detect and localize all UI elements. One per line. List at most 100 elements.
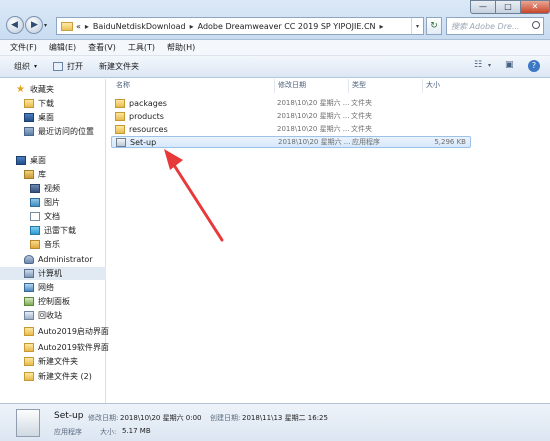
refresh-button[interactable]: ↻ <box>426 17 442 35</box>
column-header-size[interactable]: 大小 <box>426 80 440 92</box>
sidebar-item-administrator[interactable]: Administrator <box>24 253 130 266</box>
back-arrow-icon: ◀ <box>11 20 18 30</box>
sidebar-item-pictures[interactable]: 图片 <box>30 196 136 209</box>
recent-pages-dropdown[interactable]: ▾ <box>44 22 47 29</box>
sidebar-item-library[interactable]: 库 <box>24 168 130 181</box>
download-icon <box>30 226 40 235</box>
breadcrumb-separator: ▸ <box>189 21 194 31</box>
sidebar-item-control-panel[interactable]: 控制面板 <box>24 295 130 308</box>
sidebar-item-label: 控制面板 <box>38 297 70 306</box>
annotation-arrow-icon <box>164 149 224 242</box>
sidebar-item-label: 桌面 <box>38 113 54 122</box>
close-button[interactable]: ✕ <box>520 0 550 14</box>
back-button[interactable]: ◀ <box>6 16 24 34</box>
organize-button[interactable]: 组织 ▾ <box>14 61 37 72</box>
sidebar-item-label: 文档 <box>44 212 60 221</box>
recent-places-icon <box>24 127 34 136</box>
menu-edit[interactable]: 编辑(E) <box>49 42 76 53</box>
file-row-products[interactable]: products 2018\10\20 星期六 ... 文件夹 <box>111 110 471 122</box>
menu-tools[interactable]: 工具(T) <box>128 42 155 53</box>
sidebar-item-xunlei[interactable]: 迅雷下载 <box>30 224 136 237</box>
new-folder-button[interactable]: 新建文件夹 <box>99 61 139 72</box>
minimize-button[interactable]: — <box>470 0 496 14</box>
file-type: 应用程序 <box>352 138 380 146</box>
column-divider[interactable] <box>274 79 275 93</box>
menu-view[interactable]: 查看(V) <box>88 42 116 53</box>
library-icon <box>24 170 34 179</box>
view-options-icon[interactable]: ☷ <box>474 60 482 74</box>
sidebar-item-label: 音乐 <box>44 240 60 249</box>
folder-icon <box>24 343 34 352</box>
file-type: 文件夹 <box>351 112 372 120</box>
file-name: packages <box>129 98 167 108</box>
view-dropdown[interactable]: ▾ <box>488 62 491 76</box>
file-type: 文件夹 <box>351 125 372 133</box>
search-placeholder: 搜索 Adobe Dre... <box>451 22 520 31</box>
video-icon <box>30 184 40 193</box>
details-modified-value: 2018\10\20 星期六 0:00 <box>120 414 202 422</box>
menu-help[interactable]: 帮助(H) <box>167 42 195 53</box>
address-dropdown[interactable]: ▾ <box>410 18 423 34</box>
sidebar-item-label: 新建文件夹 (2) <box>38 372 92 381</box>
folder-icon <box>24 372 34 381</box>
details-created-value: 2018\11\13 星期二 16:25 <box>242 414 328 422</box>
column-header-type[interactable]: 类型 <box>352 80 366 92</box>
column-divider[interactable] <box>348 79 349 93</box>
sidebar-item-new-folder[interactable]: 新建文件夹 <box>24 355 130 368</box>
sidebar-item-computer[interactable]: 计算机 <box>0 267 106 280</box>
file-date: 2018\10\20 星期六 ... <box>278 138 351 146</box>
sidebar-item-network[interactable]: 网络 <box>24 281 130 294</box>
sidebar-item-desktop[interactable]: 桌面 <box>16 154 122 167</box>
folder-icon <box>115 98 125 108</box>
column-divider[interactable] <box>422 79 423 93</box>
sidebar-item-documents[interactable]: 文档 <box>30 210 136 223</box>
file-name: resources <box>129 124 168 134</box>
sidebar-item-label: 新建文件夹 <box>38 357 78 366</box>
sidebar-item-recycle-bin[interactable]: 回收站 <box>24 309 130 322</box>
sidebar-item-label: 库 <box>38 170 46 179</box>
forward-button[interactable]: ▶ <box>25 16 43 34</box>
sidebar-item-label: 最近访问的位置 <box>38 127 94 136</box>
file-row-resources[interactable]: resources 2018\10\20 星期六 ... 文件夹 <box>111 123 471 135</box>
sidebar-item-label: 回收站 <box>38 311 62 320</box>
details-type: 应用程序 <box>54 428 82 436</box>
column-header-name[interactable]: 名称 <box>116 80 130 92</box>
file-name: products <box>129 111 164 121</box>
help-icon[interactable]: ? <box>528 60 540 72</box>
desktop-icon <box>24 113 34 122</box>
search-input[interactable]: 搜索 Adobe Dre... <box>446 17 544 35</box>
sidebar-item-new-folder-2[interactable]: 新建文件夹 (2) <box>24 370 130 383</box>
column-header-date[interactable]: 修改日期 <box>278 80 306 92</box>
sidebar-item-auto2019-software[interactable]: Auto2019软件界面 <box>24 341 130 354</box>
open-icon <box>53 62 64 71</box>
maximize-button[interactable]: □ <box>495 0 521 14</box>
sidebar-item-label: 图片 <box>44 198 60 207</box>
user-icon <box>24 255 34 264</box>
menu-file[interactable]: 文件(F) <box>10 42 37 53</box>
command-bar: 组织 ▾ 打开 新建文件夹 <box>0 56 550 78</box>
breadcrumb-separator: ▸ <box>84 21 89 31</box>
details-size-value: 5.17 MB <box>122 427 151 435</box>
sidebar-item-label: 视频 <box>44 184 60 193</box>
desktop-icon <box>16 156 26 165</box>
breadcrumb-segment-1[interactable]: BaiduNetdiskDownload <box>93 22 186 31</box>
sidebar-item-label: 收藏夹 <box>30 85 54 94</box>
sidebar-item-music[interactable]: 音乐 <box>30 238 136 251</box>
sidebar-item-videos[interactable]: 视频 <box>30 182 136 195</box>
sidebar-item-label: 计算机 <box>38 269 62 278</box>
star-icon: ★ <box>16 83 25 95</box>
open-button[interactable]: 打开 <box>53 61 83 72</box>
breadcrumb-segment-2[interactable]: Adobe Dreamweaver CC 2019 SP YIPOJIE.CN <box>198 22 376 31</box>
details-created-label: 创建日期: <box>210 414 241 422</box>
sidebar-item-favorites[interactable]: ★ 收藏夹 <box>16 83 122 96</box>
file-row-packages[interactable]: packages 2018\10\20 星期六 ... 文件夹 <box>111 97 471 109</box>
address-bar[interactable]: « ▸ BaiduNetdiskDownload ▸ Adobe Dreamwe… <box>56 17 424 35</box>
sidebar-item-auto2019-launch[interactable]: Auto2019启动界面 <box>24 325 130 338</box>
preview-pane-icon[interactable]: ▣ <box>505 60 514 74</box>
control-panel-icon <box>24 297 34 306</box>
open-label: 打开 <box>67 62 84 71</box>
new-folder-label: 新建文件夹 <box>99 62 140 71</box>
sidebar-item-label: 下载 <box>38 99 54 108</box>
file-size: 5,296 KB <box>434 138 466 146</box>
breadcrumb-chevron[interactable]: « <box>76 22 81 31</box>
